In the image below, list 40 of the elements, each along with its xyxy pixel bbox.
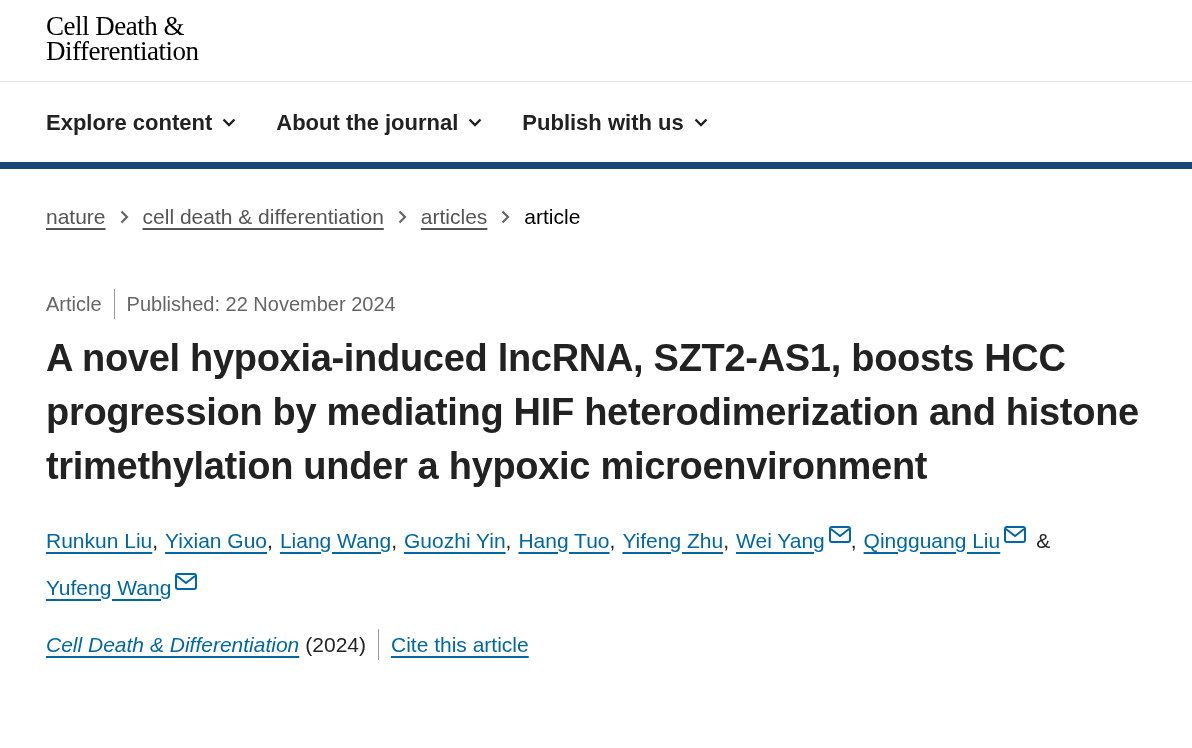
chevron-right-icon [501,209,511,224]
cite-link[interactable]: Cite this article [379,628,529,660]
author-separator: , [723,527,729,554]
chevron-down-icon [693,117,708,127]
chevron-right-icon [397,209,407,224]
author-link[interactable]: Yufeng Wang [46,563,198,611]
chevron-down-icon [222,117,237,127]
author-link[interactable]: Wei Yang [736,516,851,564]
author-link[interactable]: Guozhi Yin [404,516,506,564]
author-separator: & [1036,527,1051,554]
chevron-down-icon [468,117,483,127]
nav-menu[interactable]: About the journal [276,105,483,139]
author-separator: , [609,527,616,554]
chevron-right-icon [119,209,129,224]
author-separator: , [850,527,857,554]
author-separator: , [391,527,398,554]
author-separator: , [267,527,273,554]
breadcrumb-link[interactable]: cell death & differentiation [142,201,384,233]
author-separator: , [152,527,159,554]
email-icon[interactable] [175,572,198,590]
author-link[interactable]: Runkun Liu [46,516,153,564]
author-link[interactable]: Qingguang Liu [863,516,1027,564]
author-separator: , [505,527,512,554]
journal-logo[interactable]: Cell Death & Differentiation [46,14,199,64]
article-title: A novel hypoxia-induced lncRNA, SZT2-AS1, boosts HCC progression by mediating HIF heterodimerization and histone trimethylation under a hypoxic microenvironment [45,335,1140,489]
published-date: Published: 22 November 2024 [125,291,396,317]
publication-year: (2024) [305,628,379,660]
breadcrumb-link[interactable]: nature [46,201,106,233]
author-link[interactable]: Liang Wang [279,516,392,564]
article-type: Article [46,288,115,319]
author-link[interactable]: Yixian Guo [165,516,268,564]
email-icon[interactable] [828,525,851,543]
author-link[interactable]: Hang Tuo [518,516,610,564]
author-link[interactable]: Yifeng Zhu [622,516,724,564]
email-icon[interactable] [1004,525,1027,543]
journal-link[interactable]: Cell Death & Differentiation [46,628,300,660]
nav-menu[interactable]: Publish with us [522,105,708,139]
nav-menu[interactable]: Explore content [46,105,237,139]
breadcrumb-link[interactable]: articles [420,201,488,233]
breadcrumb-current: article [524,204,581,230]
